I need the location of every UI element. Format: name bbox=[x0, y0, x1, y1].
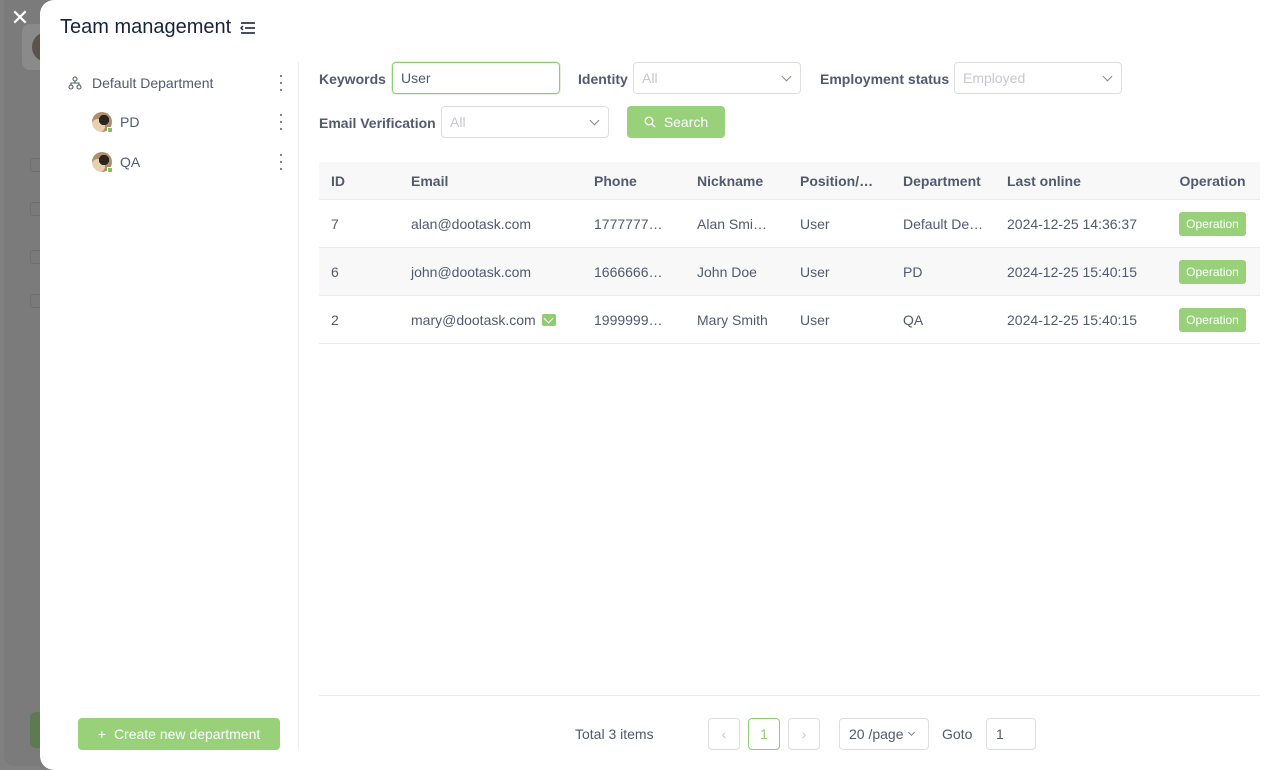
department-label: Default Department bbox=[92, 75, 214, 91]
email-verified-icon bbox=[541, 313, 556, 326]
cell-last-online: 2024-12-25 14:36:37 bbox=[1007, 215, 1137, 232]
cell-operation: Operation bbox=[1161, 259, 1260, 284]
cell-last-online: 2024-12-25 15:40:15 bbox=[1007, 263, 1137, 280]
employment-status-label: Employment status bbox=[820, 71, 950, 87]
total-items: Total 3 items bbox=[575, 726, 654, 742]
menu-collapse-icon[interactable] bbox=[239, 19, 257, 37]
search-icon bbox=[644, 116, 656, 128]
cell-phone: 1999999… bbox=[594, 311, 663, 328]
table-row: 6 john@dootask.com 1666666… John Doe Use… bbox=[319, 248, 1260, 296]
more-vertical-icon[interactable] bbox=[273, 153, 289, 171]
header-email[interactable]: Email bbox=[399, 173, 582, 189]
email-verification-select[interactable]: All bbox=[441, 106, 609, 138]
cell-operation: Operation bbox=[1161, 307, 1260, 332]
page-size-select[interactable]: 20 /page bbox=[839, 718, 929, 750]
cell-nickname: Alan Smi… bbox=[697, 215, 768, 232]
email-verification-value: All bbox=[450, 114, 466, 130]
page-1-button[interactable]: 1 bbox=[748, 718, 780, 750]
goto-label: Goto bbox=[942, 726, 973, 742]
cell-department: QA bbox=[903, 311, 924, 328]
department-item-qa[interactable]: QA bbox=[60, 143, 299, 181]
department-label: QA bbox=[120, 154, 141, 170]
team-management-modal: Team management Default Department PD QA… bbox=[40, 0, 1280, 770]
cell-id: 2 bbox=[331, 311, 339, 328]
next-page-button[interactable]: › bbox=[788, 718, 820, 750]
cell-email: alan@dootask.com bbox=[399, 216, 582, 232]
search-button[interactable]: Search bbox=[627, 106, 725, 138]
chevron-down-icon bbox=[907, 728, 915, 737]
create-department-button[interactable]: + Create new department bbox=[78, 718, 280, 750]
operation-button[interactable]: Operation bbox=[1179, 307, 1246, 332]
cell-position: User bbox=[800, 263, 830, 280]
keywords-label: Keywords bbox=[319, 71, 386, 87]
cell-id: 7 bbox=[331, 215, 339, 232]
cell-position: User bbox=[800, 215, 830, 232]
operation-button[interactable]: Operation bbox=[1179, 259, 1246, 284]
header-id[interactable]: ID bbox=[319, 173, 399, 189]
keywords-input[interactable] bbox=[392, 62, 560, 94]
header-phone[interactable]: Phone bbox=[582, 173, 685, 189]
employment-status-select[interactable]: Employed bbox=[954, 62, 1122, 94]
table-row: 7 alan@dootask.com 1777777… Alan Smi… Us… bbox=[319, 200, 1260, 248]
header-department[interactable]: Department bbox=[891, 173, 995, 189]
title-text: Team management bbox=[60, 16, 232, 38]
plus-icon: + bbox=[97, 726, 106, 742]
operation-button[interactable]: Operation bbox=[1179, 211, 1246, 236]
header-position[interactable]: Position/… bbox=[788, 173, 891, 189]
cell-phone: 1666666… bbox=[594, 263, 663, 280]
cell-nickname: John Doe bbox=[697, 263, 757, 280]
department-sidebar: Default Department PD QA + Create new de… bbox=[60, 62, 299, 750]
table-header: ID Email Phone Nickname Position/… Depar… bbox=[319, 162, 1260, 200]
header-last-online[interactable]: Last online bbox=[995, 173, 1161, 189]
chevron-right-icon: › bbox=[801, 726, 807, 742]
identity-label: Identity bbox=[578, 71, 628, 87]
table-row: 2 mary@dootask.com 1999999… Mary Smith U… bbox=[319, 296, 1260, 344]
cell-id: 6 bbox=[331, 263, 339, 280]
cell-last-online: 2024-12-25 15:40:15 bbox=[1007, 311, 1137, 328]
employment-status-value: Employed bbox=[963, 70, 1026, 86]
page-size-value: 20 /page bbox=[849, 726, 904, 742]
cell-department: PD bbox=[903, 263, 923, 280]
department-label: PD bbox=[120, 114, 140, 130]
cell-department: Default De… bbox=[903, 215, 984, 232]
email-text: alan@dootask.com bbox=[411, 215, 532, 232]
close-icon[interactable]: ✕ bbox=[8, 6, 32, 30]
users-table: ID Email Phone Nickname Position/… Depar… bbox=[319, 162, 1260, 344]
page-title: Team management bbox=[60, 16, 257, 39]
header-nickname[interactable]: Nickname bbox=[685, 173, 788, 189]
footer-divider bbox=[319, 695, 1260, 696]
cell-position: User bbox=[800, 311, 830, 328]
department-item-default[interactable]: Default Department bbox=[60, 64, 299, 102]
chevron-down-icon bbox=[589, 115, 600, 126]
department-item-pd[interactable]: PD bbox=[60, 103, 299, 141]
chevron-down-icon bbox=[781, 71, 792, 82]
cell-nickname: Mary Smith bbox=[697, 311, 768, 328]
cell-email: mary@dootask.com bbox=[399, 312, 582, 328]
online-status-dot bbox=[107, 167, 113, 173]
email-text: mary@dootask.com bbox=[411, 311, 536, 328]
prev-page-button[interactable]: ‹ bbox=[708, 718, 740, 750]
more-vertical-icon[interactable] bbox=[273, 74, 289, 92]
chevron-down-icon bbox=[1102, 71, 1113, 82]
search-label: Search bbox=[663, 114, 709, 130]
cell-email: john@dootask.com bbox=[399, 264, 582, 280]
goto-page-input[interactable] bbox=[986, 718, 1036, 750]
identity-value: All bbox=[642, 70, 658, 86]
more-vertical-icon[interactable] bbox=[273, 113, 289, 131]
cell-operation: Operation bbox=[1161, 211, 1260, 236]
cell-phone: 1777777… bbox=[594, 215, 663, 232]
email-text: john@dootask.com bbox=[411, 263, 532, 280]
pagination: Total 3 items ‹ 1 › 20 /page Goto bbox=[319, 718, 1260, 750]
email-verification-label: Email Verification bbox=[319, 115, 436, 131]
main-content: Keywords Identity All Employment status … bbox=[319, 62, 1260, 750]
header-operation: Operation bbox=[1179, 172, 1246, 189]
avatar bbox=[92, 112, 113, 133]
online-status-dot bbox=[107, 127, 113, 133]
avatar bbox=[92, 152, 113, 173]
create-department-label: Create new department bbox=[113, 726, 261, 742]
chevron-left-icon: ‹ bbox=[721, 726, 727, 742]
identity-select[interactable]: All bbox=[633, 62, 801, 94]
org-tree-icon bbox=[68, 76, 82, 90]
